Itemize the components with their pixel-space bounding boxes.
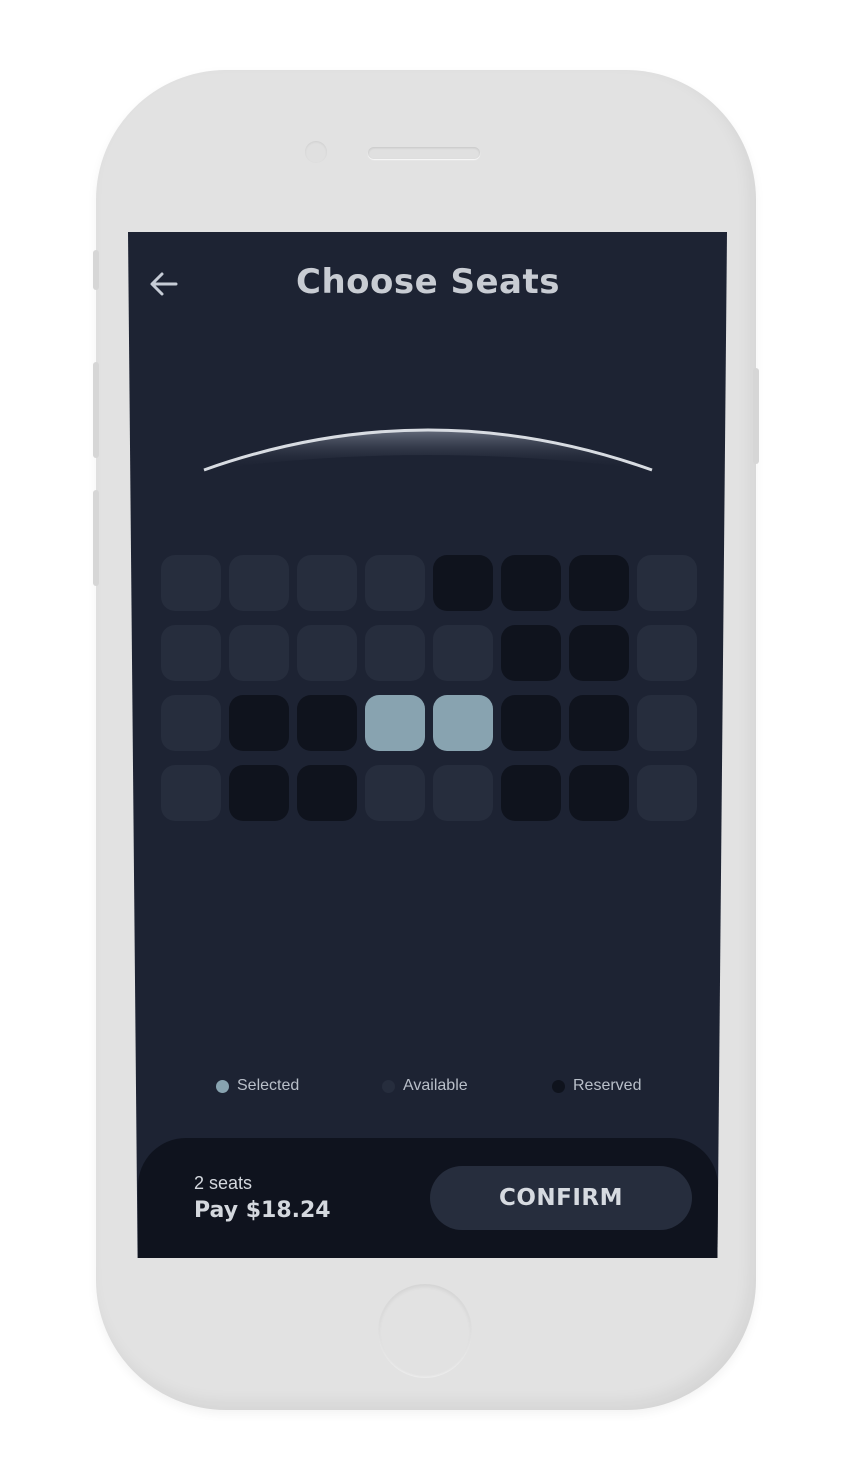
seat-available[interactable] — [229, 555, 289, 611]
seat-available[interactable] — [161, 625, 221, 681]
seat-reserved — [229, 765, 289, 821]
seat-reserved — [501, 695, 561, 751]
volume-up-button — [93, 362, 99, 458]
checkout-footer: 2 seats Pay $18.24 CONFIRM — [138, 1138, 718, 1258]
legend-selected: Selected — [216, 1077, 299, 1095]
seat-selected[interactable] — [433, 695, 493, 751]
legend-reserved: Reserved — [552, 1077, 641, 1095]
selected-dot-icon — [216, 1079, 229, 1093]
seat-reserved — [229, 695, 289, 751]
available-dot-icon — [382, 1079, 395, 1093]
legend-label: Selected — [237, 1077, 300, 1094]
legend-label: Available — [403, 1077, 468, 1094]
seat-available[interactable] — [365, 625, 425, 681]
app-screen: Choose Seats Selected Available Reserved… — [128, 232, 727, 1258]
seat-count: 2 seats — [194, 1173, 253, 1193]
seat-available[interactable] — [433, 765, 493, 821]
cinema-screen-curve — [203, 428, 653, 472]
legend-available: Available — [382, 1077, 468, 1095]
mute-switch — [93, 250, 99, 290]
volume-down-button — [93, 490, 99, 586]
seat-available[interactable] — [161, 695, 221, 751]
confirm-button[interactable]: CONFIRM — [430, 1166, 692, 1230]
seat-available[interactable] — [637, 765, 697, 821]
seat-reserved — [501, 765, 561, 821]
power-button — [753, 368, 759, 464]
seat-available[interactable] — [297, 625, 357, 681]
seat-reserved — [297, 695, 357, 751]
legend-label: Reserved — [573, 1077, 642, 1094]
total-price: Pay $18.24 — [194, 1198, 331, 1223]
seat-available[interactable] — [365, 765, 425, 821]
seat-available[interactable] — [297, 555, 357, 611]
front-camera — [305, 141, 327, 163]
seat-reserved — [569, 695, 629, 751]
seat-available[interactable] — [229, 625, 289, 681]
earpiece-speaker — [368, 147, 480, 159]
seat-reserved — [569, 555, 629, 611]
seat-reserved — [433, 555, 493, 611]
seat-reserved — [569, 765, 629, 821]
seat-reserved — [569, 625, 629, 681]
seat-available[interactable] — [637, 695, 697, 751]
seat-grid — [161, 555, 697, 821]
home-button[interactable] — [378, 1284, 472, 1378]
seat-reserved — [297, 765, 357, 821]
seat-reserved — [501, 625, 561, 681]
seat-available[interactable] — [637, 555, 697, 611]
page-title: Choose Seats — [296, 262, 560, 302]
seat-available[interactable] — [365, 555, 425, 611]
seat-available[interactable] — [433, 625, 493, 681]
seat-available[interactable] — [637, 625, 697, 681]
seat-available[interactable] — [161, 555, 221, 611]
seat-available[interactable] — [161, 765, 221, 821]
seat-legend: Selected Available Reserved — [128, 1077, 727, 1101]
reserved-dot-icon — [552, 1079, 565, 1093]
seat-reserved — [501, 555, 561, 611]
seat-selected[interactable] — [365, 695, 425, 751]
